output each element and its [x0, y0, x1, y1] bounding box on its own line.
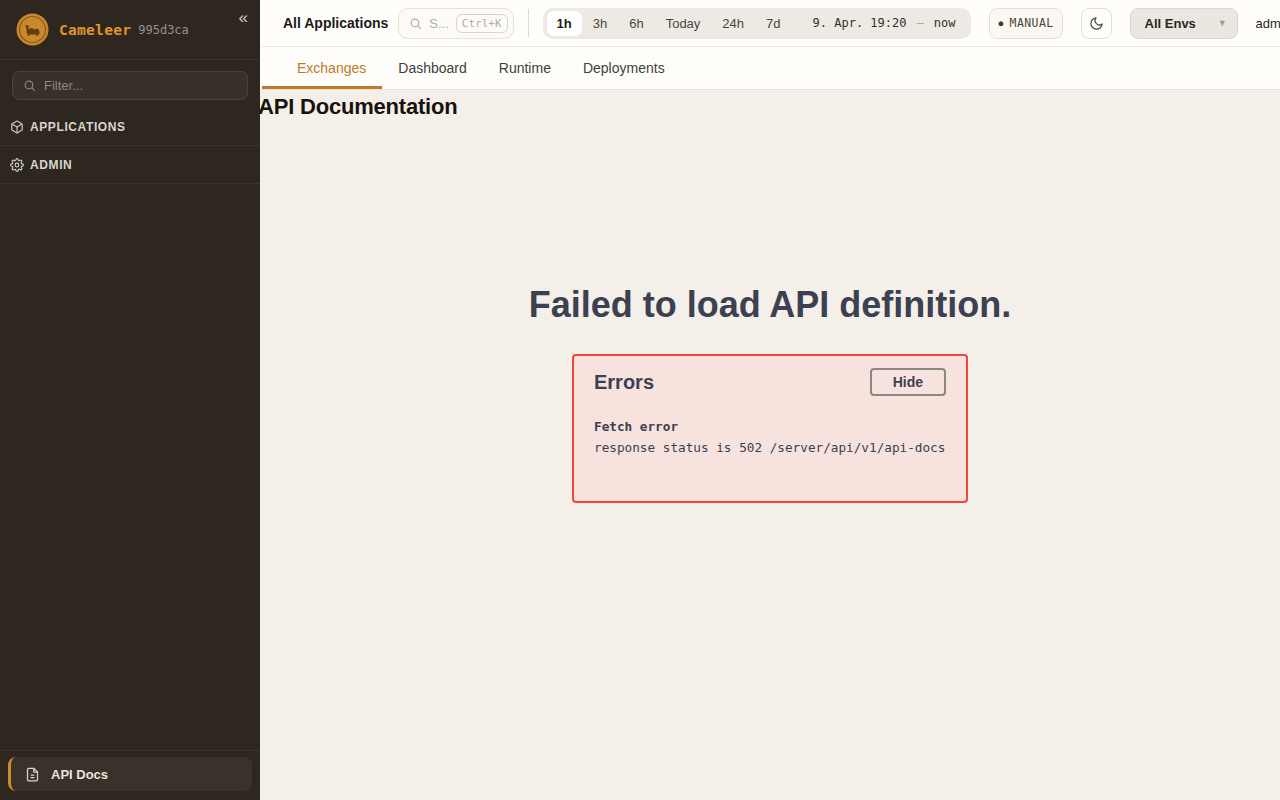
sidebar-collapse-icon[interactable]: «	[239, 9, 248, 26]
document-icon	[25, 767, 40, 782]
tab-deployments[interactable]: Deployments	[567, 47, 681, 89]
sidebar-item-api-docs[interactable]: API Docs	[8, 757, 252, 791]
time-range-today[interactable]: Today	[655, 16, 712, 31]
cube-icon	[10, 120, 24, 134]
sidebar: Cameleer 995d3ca « Filter... APPLICATION…	[0, 0, 260, 800]
sidebar-item-label: ADMIN	[30, 158, 72, 172]
time-range-7d[interactable]: 7d	[755, 16, 791, 31]
gear-icon	[10, 158, 24, 172]
tab-runtime[interactable]: Runtime	[483, 47, 567, 89]
context-label: All Applications	[283, 15, 388, 31]
sidebar-item-label: API Docs	[51, 767, 108, 782]
page-title: API Documentation	[260, 90, 1280, 120]
main-content: API Documentation Failed to load API def…	[260, 90, 1280, 800]
user-label[interactable]: admin	[1256, 16, 1280, 31]
sidebar-header: Cameleer 995d3ca «	[0, 0, 260, 60]
tab-exchanges[interactable]: Exchanges	[262, 47, 382, 89]
tab-dashboard[interactable]: Dashboard	[382, 47, 483, 89]
sidebar-item-admin[interactable]: ADMIN	[0, 146, 260, 184]
search-icon	[409, 17, 422, 30]
top-header: All Applications S... Ctrl+K 1h 3h 6h To…	[260, 0, 1280, 47]
moon-icon	[1089, 16, 1104, 31]
api-load-error-title: Failed to load API definition.	[260, 284, 1280, 326]
search-icon	[23, 79, 36, 92]
filter-placeholder: Filter...	[44, 78, 83, 93]
time-range-1h[interactable]: 1h	[547, 11, 582, 36]
time-range-control: 1h 3h 6h Today 24h 7d 9. Apr. 19:20 – no…	[543, 8, 972, 39]
error-name: Fetch error	[594, 419, 946, 434]
time-to[interactable]: now	[934, 16, 956, 30]
sidebar-item-label: APPLICATIONS	[30, 120, 126, 134]
hide-errors-button[interactable]: Hide	[870, 368, 946, 396]
time-range-24h[interactable]: 24h	[711, 16, 755, 31]
global-search-input[interactable]: S... Ctrl+K	[398, 8, 513, 39]
sidebar-item-applications[interactable]: APPLICATIONS	[0, 108, 260, 146]
sidebar-filter-input[interactable]: Filter...	[12, 71, 248, 100]
refresh-mode-label: MANUAL	[1010, 16, 1054, 30]
errors-panel: Errors Hide Fetch error response status …	[572, 354, 968, 503]
time-from[interactable]: 9. Apr. 19:20	[813, 16, 907, 30]
search-shortcut-badge: Ctrl+K	[456, 14, 508, 33]
tab-bar: Exchanges Dashboard Runtime Deployments	[260, 47, 1280, 90]
dark-mode-toggle[interactable]	[1081, 8, 1112, 39]
refresh-dot-icon: ●	[998, 19, 1003, 28]
error-message: response status is 502 /server/api/v1/ap…	[594, 440, 946, 455]
brand-name: Cameleer	[59, 22, 131, 38]
refresh-mode-button[interactable]: ● MANUAL	[989, 8, 1062, 39]
search-placeholder: S...	[429, 16, 449, 31]
time-separator: –	[916, 16, 923, 30]
brand-version: 995d3ca	[138, 23, 189, 37]
env-select[interactable]: All Envs ▼	[1130, 8, 1238, 39]
errors-panel-title: Errors	[594, 371, 654, 394]
time-range-6h[interactable]: 6h	[618, 16, 654, 31]
chevron-down-icon: ▼	[1218, 18, 1227, 28]
time-range-3h[interactable]: 3h	[582, 16, 618, 31]
brand-logo	[16, 13, 49, 46]
env-select-value: All Envs	[1145, 16, 1196, 31]
